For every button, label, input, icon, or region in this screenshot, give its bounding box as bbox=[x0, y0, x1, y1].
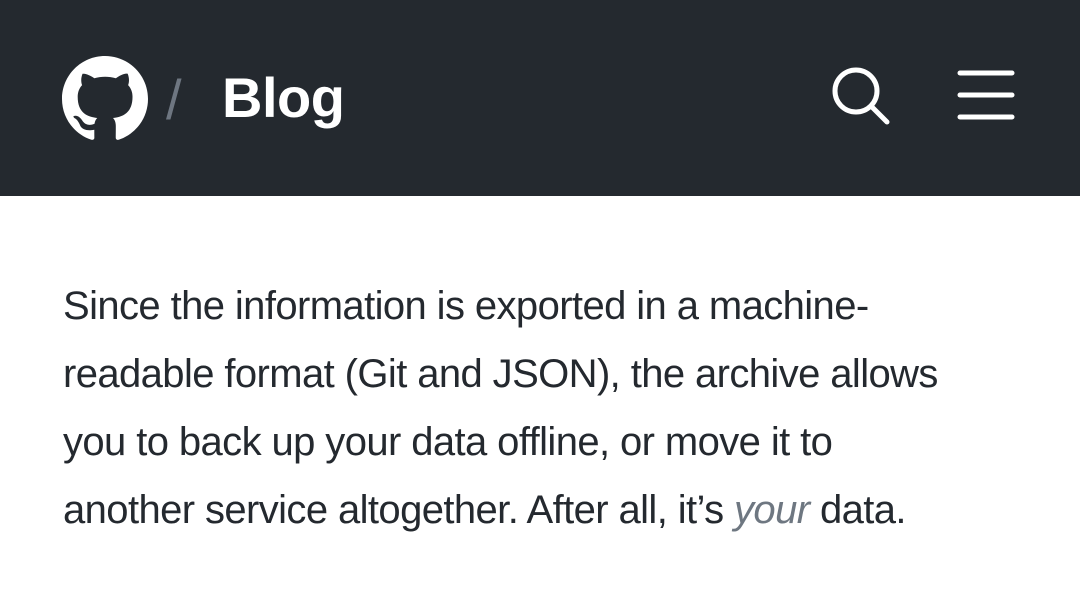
search-button[interactable] bbox=[824, 60, 896, 132]
hamburger-menu-icon bbox=[957, 70, 1015, 120]
paragraph-line: you to back up your data offline, or mov… bbox=[63, 420, 833, 464]
paragraph-line: Since the information is exported in a m… bbox=[63, 284, 869, 328]
article-paragraph: Since the information is exported in a m… bbox=[63, 272, 1033, 544]
paragraph-text: another service altogether. After all, i… bbox=[63, 488, 735, 532]
github-mark-icon bbox=[62, 56, 148, 140]
blog-title-link[interactable]: Blog bbox=[222, 58, 345, 138]
paragraph-line: readable format (Git and JSON), the arch… bbox=[63, 352, 938, 396]
search-icon bbox=[832, 67, 890, 125]
site-header: / Blog bbox=[0, 0, 1080, 196]
paragraph-line-last: another service altogether. After all, i… bbox=[63, 476, 1033, 544]
github-logo-link[interactable] bbox=[62, 56, 148, 142]
article-body: Since the information is exported in a m… bbox=[63, 272, 1033, 544]
emphasized-word: your bbox=[734, 488, 810, 532]
breadcrumb-separator: / bbox=[166, 68, 182, 131]
paragraph-text: data. bbox=[809, 488, 907, 532]
menu-button[interactable] bbox=[950, 60, 1022, 132]
